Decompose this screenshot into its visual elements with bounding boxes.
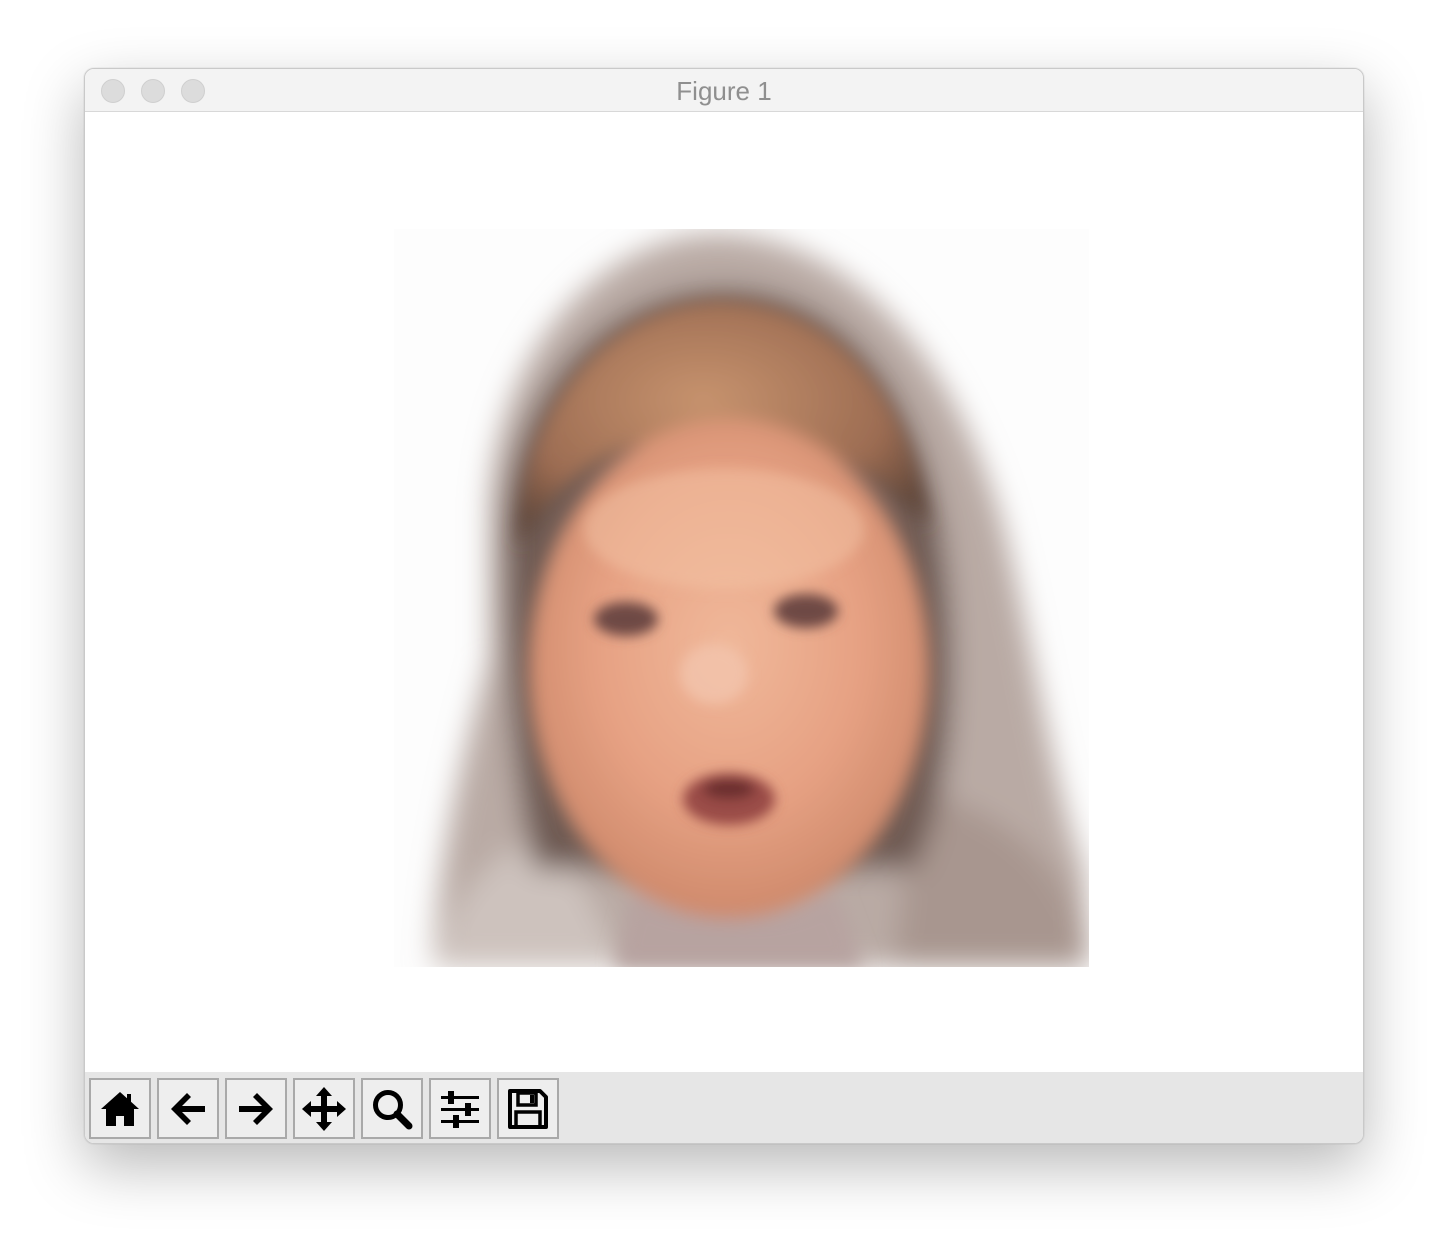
zoom-magnifier-icon	[373, 1089, 413, 1129]
save-floppy-icon	[508, 1088, 548, 1129]
home-button[interactable]	[89, 1078, 151, 1139]
baby-photo-image	[394, 229, 1089, 967]
zoom-button[interactable]	[361, 1078, 423, 1139]
save-button[interactable]	[497, 1078, 559, 1139]
navigation-toolbar	[85, 1072, 1363, 1143]
configure-subplots-button[interactable]	[429, 1078, 491, 1139]
back-arrow-icon	[171, 1092, 205, 1125]
home-icon	[101, 1091, 139, 1126]
configure-subplots-icon	[441, 1090, 479, 1128]
figure-canvas[interactable]	[85, 112, 1363, 1072]
forward-arrow-icon	[239, 1092, 273, 1125]
back-button[interactable]	[157, 1078, 219, 1139]
title-bar[interactable]: Figure 1	[85, 69, 1363, 112]
pan-move-icon	[302, 1086, 346, 1131]
figure-window: Figure 1	[84, 68, 1364, 1144]
window-title: Figure 1	[676, 76, 772, 106]
pan-button[interactable]	[293, 1078, 355, 1139]
forward-button[interactable]	[225, 1078, 287, 1139]
image-plot	[394, 229, 1089, 967]
